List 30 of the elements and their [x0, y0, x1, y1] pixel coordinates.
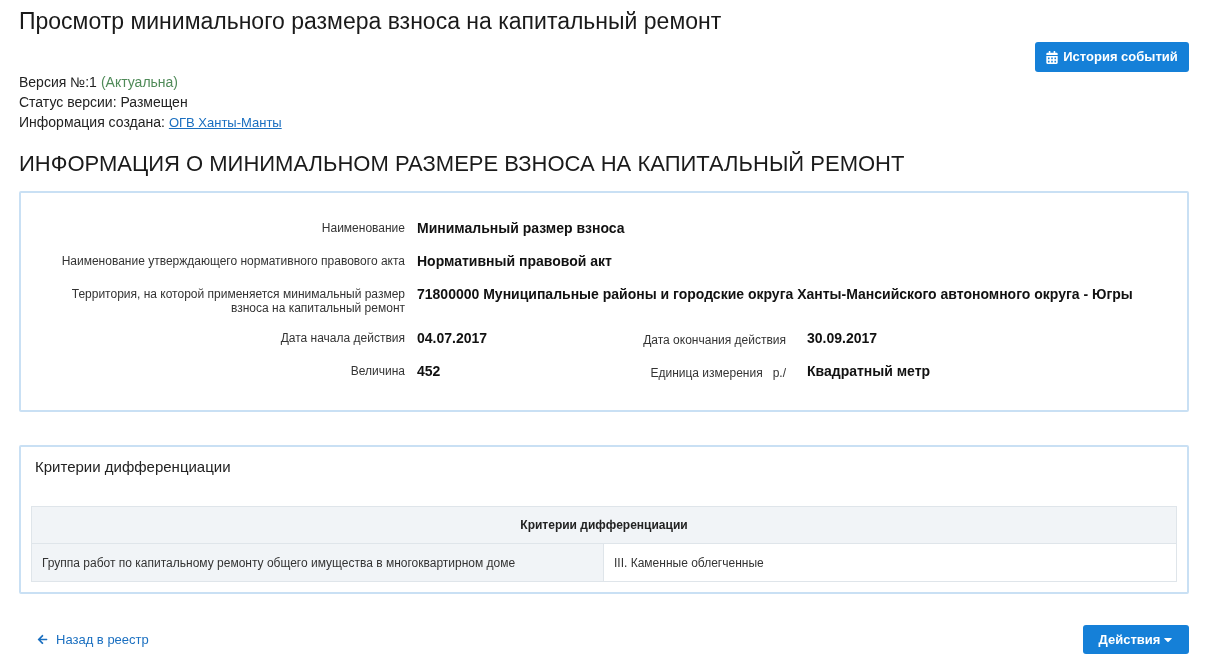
version-status-text: Статус версии: Размещен	[19, 94, 188, 110]
version-status-note: (Актуальна)	[100, 73, 179, 92]
field-label: Дата окончания действия	[643, 333, 786, 347]
back-link[interactable]: Назад в реестр	[37, 629, 149, 650]
unit-label: р./	[772, 366, 786, 380]
section-heading: ИНФОРМАЦИЯ О МИНИМАЛЬНОМ РАЗМЕРЕ ВЗНОСА НА КАПИТАЛЬНЫЙ РЕМОНТ	[19, 150, 906, 178]
field-value: 04.07.2017	[417, 329, 489, 348]
field-label: Единица измерения	[650, 366, 763, 380]
arrow-left-icon	[37, 634, 48, 645]
created-by-label: Информация создана:	[19, 113, 165, 132]
table-header-cell: Критерии дифференциации	[32, 507, 1176, 544]
panel-title: Критерии дифференциации	[34, 457, 232, 477]
history-button[interactable]: История событий	[1035, 42, 1189, 72]
created-by-link[interactable]: ОГВ Ханты-Манты	[168, 113, 282, 133]
actions-button[interactable]: Действия	[1083, 625, 1189, 654]
field-value: 452	[417, 362, 442, 381]
version-label: Версия №:1	[19, 73, 97, 92]
field-label: Наименование утверждающего нормативного правового акта	[60, 253, 405, 268]
field-value: Квадратный метр	[807, 362, 931, 381]
field-value: 71800000 Муниципальные районы и городские округа Ханты-Мансийского автономного округа - Югры	[417, 285, 1134, 304]
field-value: Минимальный размер взноса	[417, 219, 626, 238]
field-value: 30.09.2017	[807, 329, 878, 348]
field-label: Величина	[349, 363, 405, 378]
field-value: Нормативный правовой акт	[417, 252, 613, 271]
table-cell: Группа работ по капитальному ремонту общего имущества в многоквартирном доме	[32, 544, 604, 581]
field-label: Наименование	[320, 220, 405, 235]
page-title: Просмотр минимального размера взноса на капитальный ремонт	[19, 7, 723, 36]
field-label: Дата начала действия	[279, 330, 405, 345]
field-label: Территория, на которой применяется минимальный размер взноса на капитальный ремонт	[70, 286, 405, 315]
calendar-icon	[1046, 50, 1059, 64]
